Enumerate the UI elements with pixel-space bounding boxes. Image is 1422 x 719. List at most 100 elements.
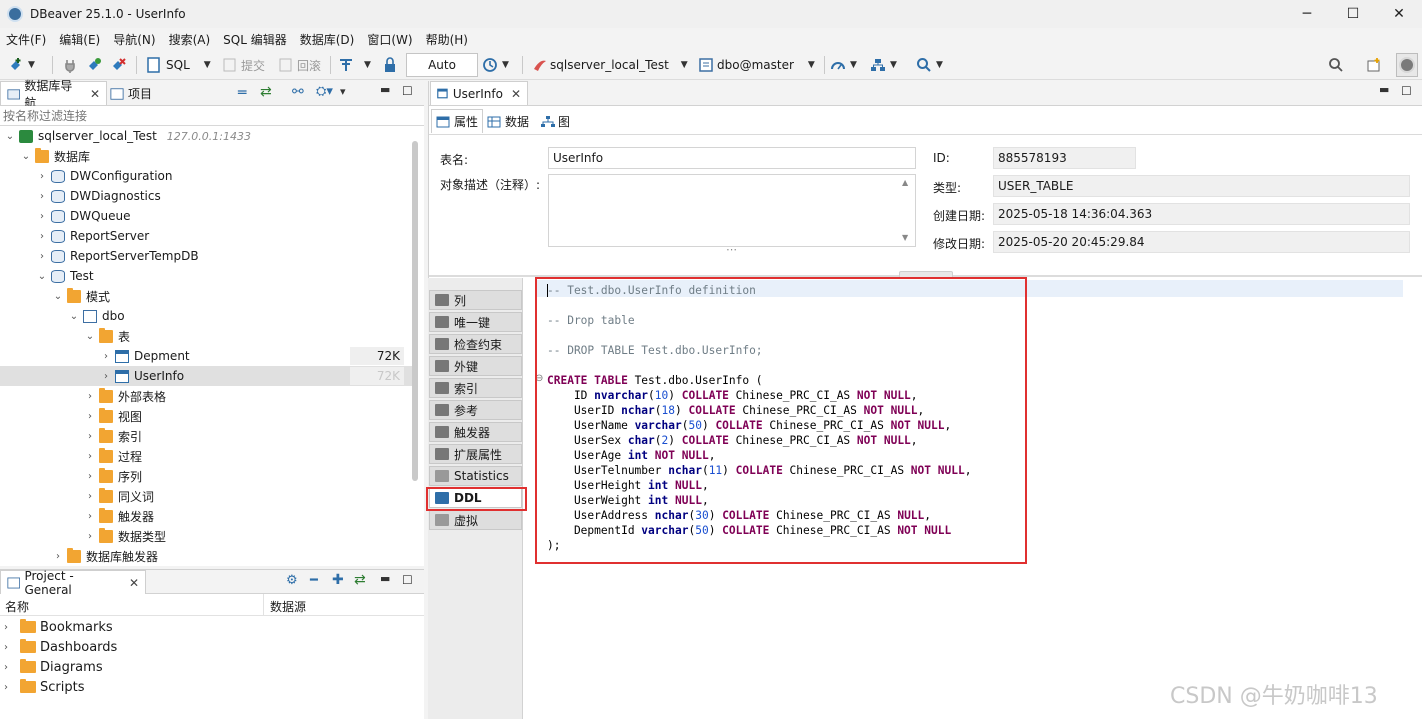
sql-editor-button[interactable]: SQL ▼ <box>146 56 211 74</box>
menu-navigate[interactable]: 导航(N) <box>107 31 162 48</box>
tab-projects[interactable]: 项目 <box>110 85 152 102</box>
side-tab-6[interactable]: 参考 <box>429 400 522 420</box>
tree-item--[interactable]: › 索引 <box>0 426 412 446</box>
tab-database-navigator[interactable]: 数据库导航 ✕ <box>0 79 107 110</box>
open-perspective-button[interactable] <box>1366 56 1382 74</box>
tree-item--[interactable]: › 数据库触发器 <box>0 546 412 566</box>
chevron-right-icon[interactable]: › <box>84 491 96 502</box>
chevron-down-icon[interactable]: ⌄ <box>52 291 64 302</box>
side-tab-4[interactable]: 外键 <box>429 356 522 376</box>
side-tab-3[interactable]: 检查约束 <box>429 334 522 354</box>
column-name-header[interactable]: 名称 <box>5 598 29 615</box>
chevron-right-icon[interactable]: › <box>36 251 48 262</box>
tree-item--[interactable]: › 序列 <box>0 466 412 486</box>
dashboard-button[interactable]: ▼ <box>830 56 857 74</box>
transaction-mode-field[interactable]: Auto <box>406 53 478 77</box>
chevron-right-icon[interactable]: › <box>36 231 48 242</box>
chevron-right-icon[interactable]: › <box>4 622 16 633</box>
tree-item--[interactable]: › 视图 <box>0 406 412 426</box>
commit-button[interactable]: 提交 <box>222 56 265 74</box>
tree-item-reportserver[interactable]: › ReportServer <box>0 226 412 246</box>
close-window-button[interactable]: ✕ <box>1376 0 1422 28</box>
side-tab-7[interactable]: 触发器 <box>429 422 522 442</box>
chevron-down-icon[interactable]: ⌄ <box>68 311 80 322</box>
menu-search[interactable]: 搜索(A) <box>163 31 218 48</box>
tree-item-userinfo[interactable]: › UserInfo 72K <box>0 366 412 386</box>
maximize-button[interactable]: ☐ <box>1330 0 1376 28</box>
menu-edit[interactable]: 编辑(E) <box>53 31 107 48</box>
chevron-right-icon[interactable]: › <box>36 191 48 202</box>
project-item-scripts[interactable]: › Scripts <box>0 677 84 697</box>
disconnect-button[interactable] <box>110 56 126 74</box>
modified-date-field[interactable]: 2025-05-20 20:45:29.84 <box>993 231 1410 253</box>
tree-item-depment[interactable]: › Depment 72K <box>0 346 412 366</box>
subtab-properties[interactable]: 属性 <box>431 109 484 133</box>
chevron-down-icon[interactable]: ⌄ <box>4 131 16 142</box>
type-field[interactable]: USER_TABLE <box>993 175 1410 197</box>
side-tab-11[interactable]: 虚拟 <box>429 510 522 530</box>
id-field[interactable]: 885578193 <box>993 147 1136 169</box>
reconnect-button[interactable] <box>86 56 102 74</box>
chevron-right-icon[interactable]: › <box>84 531 96 542</box>
side-tab-2[interactable]: 唯一键 <box>429 312 522 332</box>
view-menu-icon[interactable]: ▾ <box>340 85 346 98</box>
tree-item--[interactable]: ⌄ 模式 <box>0 286 412 306</box>
search-toolbar-button[interactable]: ▼ <box>916 56 943 74</box>
side-tab-1[interactable]: 列 <box>429 290 522 310</box>
tree-item--[interactable]: ⌄ 表 <box>0 326 412 346</box>
collapse-all-icon[interactable]: ━ <box>310 573 318 588</box>
scroll-up-icon[interactable]: ▲ <box>902 178 908 187</box>
chevron-down-icon[interactable]: ⌄ <box>36 271 48 282</box>
close-tab-icon[interactable]: ✕ <box>90 87 100 101</box>
tree-item-dwqueue[interactable]: › DWQueue <box>0 206 412 226</box>
project-item-bookmarks[interactable]: › Bookmarks <box>0 617 113 637</box>
side-tab-8[interactable]: 扩展属性 <box>429 444 522 464</box>
subtab-data[interactable]: 数据 <box>487 113 529 130</box>
tab-project-general[interactable]: Project - General ✕ <box>0 569 146 597</box>
description-textarea[interactable] <box>548 174 916 247</box>
tree-item--[interactable]: › 同义词 <box>0 486 412 506</box>
link-editor-icon[interactable]: ⇄ <box>260 84 272 100</box>
minimize-panel-icon[interactable]: ▬ <box>380 572 390 585</box>
chevron-right-icon[interactable]: › <box>4 642 16 653</box>
chevron-right-icon[interactable]: › <box>84 471 96 482</box>
navigator-scrollbar[interactable] <box>412 141 418 481</box>
new-connection-small-icon[interactable]: ⚯ <box>292 84 304 100</box>
chevron-right-icon[interactable]: › <box>52 551 64 562</box>
history-button[interactable]: ▼ <box>482 56 509 74</box>
link-editor-icon[interactable]: ⇄ <box>354 572 366 588</box>
menu-file[interactable]: 文件(F) <box>0 31 53 48</box>
menu-database[interactable]: 数据库(D) <box>294 31 362 48</box>
resize-grip-icon[interactable]: ⋯ <box>726 243 737 256</box>
chevron-right-icon[interactable]: › <box>84 391 96 402</box>
active-connection-selector[interactable]: sqlserver_local_Test ▼ <box>532 56 688 74</box>
collapse-all-icon[interactable]: ═ <box>238 85 246 101</box>
project-item-dashboards[interactable]: › Dashboards <box>0 637 117 657</box>
subtab-diagram[interactable]: 图 <box>541 113 570 130</box>
gear-icon[interactable]: ⚙ <box>286 573 298 588</box>
new-connection-button[interactable]: ▼ <box>8 56 35 74</box>
tree-item-dbo[interactable]: ⌄ dbo <box>0 306 412 326</box>
active-schema-selector[interactable]: dbo@master ▼ <box>698 56 815 74</box>
transaction-mode-button[interactable]: ▼ <box>338 56 371 74</box>
column-datasource-header[interactable]: 数据源 <box>270 598 306 615</box>
chevron-right-icon[interactable]: › <box>4 682 16 693</box>
chevron-right-icon[interactable]: › <box>100 351 112 362</box>
close-tab-icon[interactable]: ✕ <box>511 87 521 101</box>
tree-item-dwconfiguration[interactable]: › DWConfiguration <box>0 166 412 186</box>
connect-button[interactable] <box>62 56 78 74</box>
tree-item-sqlserver-local-test[interactable]: ⌄ sqlserver_local_Test 127.0.0.1:1433 <box>0 126 412 146</box>
created-date-field[interactable]: 2025-05-18 14:36:04.363 <box>993 203 1410 225</box>
tree-item--[interactable]: › 数据类型 <box>0 526 412 546</box>
minimize-button[interactable]: ─ <box>1284 0 1330 28</box>
chevron-right-icon[interactable]: › <box>36 211 48 222</box>
chevron-down-icon[interactable]: ⌄ <box>20 151 32 162</box>
maximize-panel-icon[interactable]: ☐ <box>402 573 413 587</box>
editor-scrollbar[interactable] <box>1410 300 1416 360</box>
tree-item-dwdiagnostics[interactable]: › DWDiagnostics <box>0 186 412 206</box>
side-tab-9[interactable]: Statistics <box>429 466 522 486</box>
menu-sql-editor[interactable]: SQL 编辑器 <box>217 31 294 48</box>
chevron-right-icon[interactable]: › <box>84 431 96 442</box>
close-tab-icon[interactable]: ✕ <box>129 576 139 590</box>
menu-window[interactable]: 窗口(W) <box>361 31 419 48</box>
